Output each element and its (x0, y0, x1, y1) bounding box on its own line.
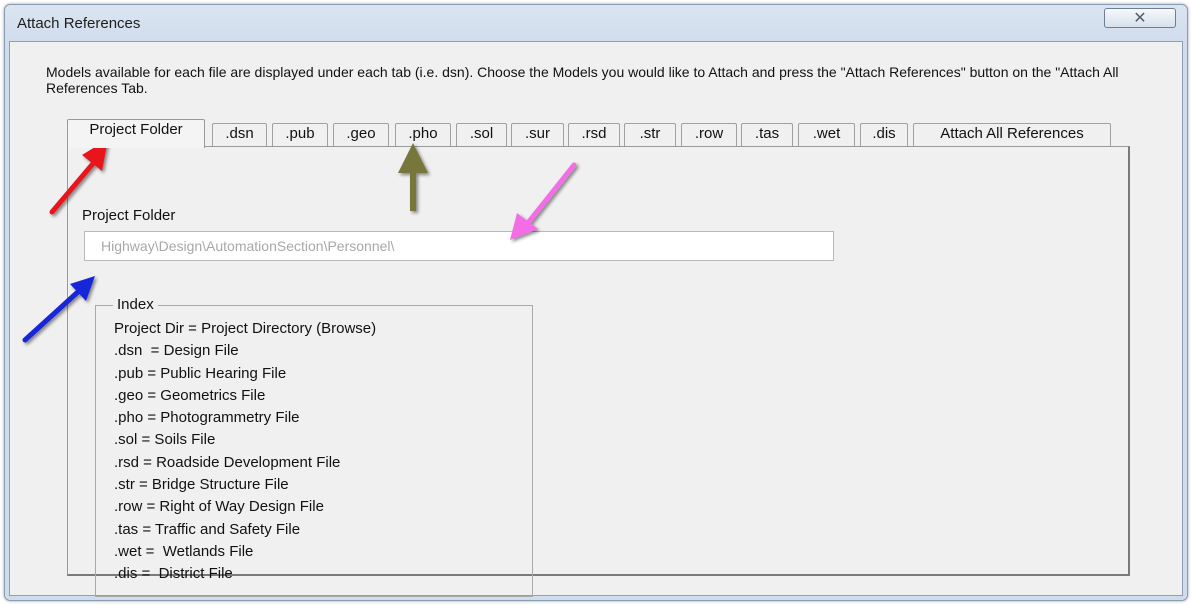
tab-project-folder[interactable]: Project Folder (67, 119, 205, 148)
blue-arrow-shaft (22, 287, 83, 343)
red-annotation-arrow-icon (22, 139, 577, 343)
olive-arrow-head (398, 143, 428, 173)
pink-arrow-shaft (524, 162, 577, 227)
red-arrow-shaft (49, 157, 99, 215)
